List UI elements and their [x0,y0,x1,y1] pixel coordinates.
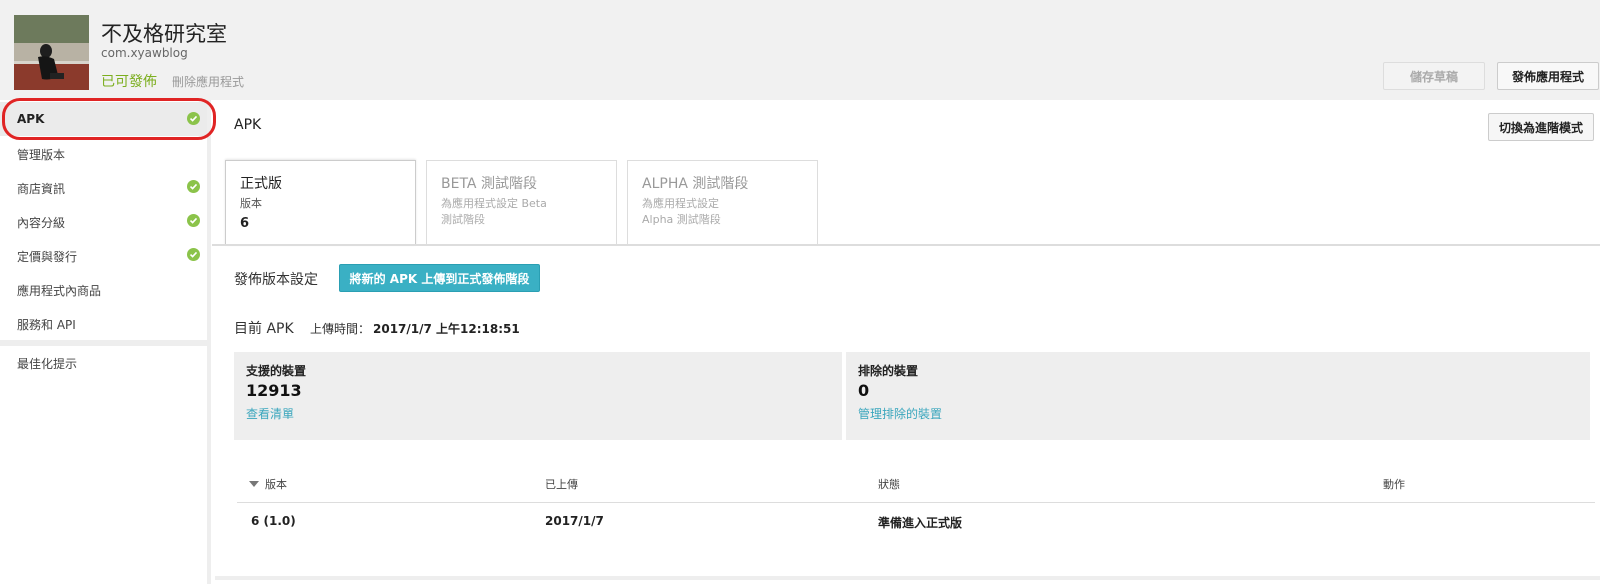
check-circle-icon [187,248,200,261]
column-header-action: 動作 [1383,478,1405,491]
tab-subtitle: 為應用程式設定 Beta 測試階段 [441,196,606,228]
page-title: APK [234,117,262,133]
upload-time-label: 上傳時間： [310,322,371,336]
sort-triangle-icon [249,481,259,487]
tab-production[interactable]: 正式版 版本 6 [225,160,416,246]
sidebar-item-label: 商店資訊 [17,182,66,196]
tab-title: BETA 測試階段 [441,176,537,192]
manage-excluded-devices-link[interactable]: 管理排除的裝置 [858,405,942,422]
tab-subtitle-line: 為應用程式設定 Beta [441,197,547,210]
check-circle-icon [187,214,200,227]
sidebar-item-pricing-distribution[interactable]: 定價與發行 [0,238,207,272]
sidebar-item-optimization-tips[interactable]: 最佳化提示 [0,345,207,379]
app-title: 不及格研究室 [101,22,227,46]
tab-subtitle-line: Alpha 測試階段 [642,213,721,226]
delete-app-link[interactable]: 刪除應用程式 [172,73,244,90]
content-bottom-border [215,576,1600,580]
app-icon-image [14,15,89,90]
tab-subtitle: 版本 [240,197,262,210]
sidebar-item-services-api[interactable]: 服務和 API [0,306,207,340]
tab-divider [212,244,1600,246]
sidebar: APK 管理版本 商店資訊 內容分級 定價與發行 應用程式內商品 服務和 API… [0,100,211,584]
sidebar-item-content-rating[interactable]: 內容分級 [0,204,207,238]
table-header-divider [237,502,1595,503]
sidebar-item-label: 服務和 API [17,318,76,332]
app-package-name: com.xyawblog [101,46,188,60]
sidebar-item-label: 應用程式內商品 [17,284,102,298]
sidebar-item-label: 管理版本 [17,148,66,162]
app-header: 不及格研究室 com.xyawblog 已可發佈 刪除應用程式 儲存草稿 發佈應… [0,0,1600,100]
view-list-link[interactable]: 查看清單 [246,405,294,422]
sidebar-item-label: 最佳化提示 [17,357,78,371]
tab-subtitle-line: 測試階段 [441,213,485,226]
check-circle-icon [187,180,200,193]
sidebar-item-in-app-products[interactable]: 應用程式內商品 [0,272,207,306]
save-draft-button[interactable]: 儲存草稿 [1383,62,1485,90]
card-value: 12913 [246,381,302,400]
sidebar-item-label: 定價與發行 [17,250,78,264]
upload-time-value: 2017/1/7 上午12:18:51 [373,322,520,336]
tab-subtitle: 為應用程式設定 Alpha 測試階段 [642,196,807,228]
tab-title: ALPHA 測試階段 [642,176,749,192]
sidebar-item-apk[interactable]: APK [0,102,207,136]
current-apk-label: 目前 APK [234,321,294,337]
card-label: 排除的裝置 [858,364,919,378]
sidebar-item-store-listing[interactable]: 商店資訊 [0,170,207,204]
excluded-devices-card: 排除的裝置 0 管理排除的裝置 [846,352,1590,440]
sidebar-item-manage-releases[interactable]: 管理版本 [0,136,207,170]
tab-version-number: 6 [240,216,250,231]
card-value: 0 [858,381,870,400]
tab-title: 正式版 [240,176,282,192]
sidebar-item-label: 內容分級 [17,216,66,230]
tab-subtitle-line: 為應用程式設定 [642,197,719,210]
column-header-uploaded: 已上傳 [545,478,578,491]
tab-alpha[interactable]: ALPHA 測試階段 為應用程式設定 Alpha 測試階段 [627,160,818,244]
card-label: 支援的裝置 [246,364,307,378]
tab-beta[interactable]: BETA 測試階段 為應用程式設定 Beta 測試階段 [426,160,617,244]
upload-apk-button[interactable]: 將新的 APK 上傳到正式發佈階段 [339,264,540,292]
table-cell-status: 準備進入正式版 [878,516,963,530]
supported-devices-card: 支援的裝置 12913 查看清單 [234,352,842,440]
column-header-version[interactable]: 版本 [249,476,287,492]
table-cell-version: 6 (1.0) [251,514,296,528]
sidebar-item-label: APK [17,112,45,126]
table-cell-uploaded: 2017/1/7 [545,514,604,528]
publish-app-button[interactable]: 發佈應用程式 [1497,62,1599,90]
publish-status: 已可發佈 [101,74,157,90]
advanced-mode-button[interactable]: 切換為進階模式 [1488,113,1594,141]
column-header-status: 狀態 [878,478,900,491]
column-header-label: 版本 [265,478,287,491]
check-circle-icon [187,112,200,125]
release-settings-label: 發佈版本設定 [234,272,318,288]
